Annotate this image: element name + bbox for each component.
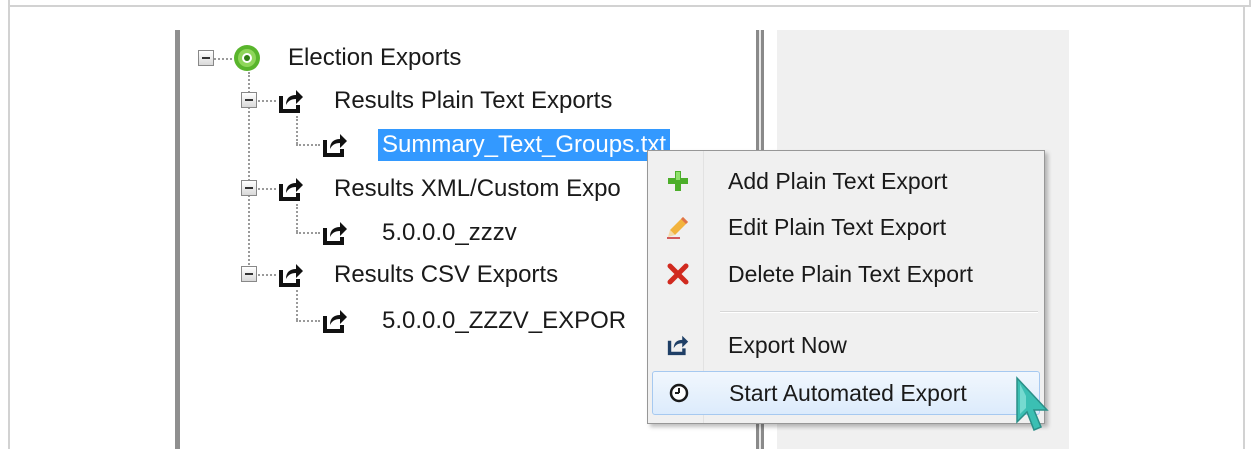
tree-connector <box>296 144 320 146</box>
mouse-pointer-icon <box>1016 376 1049 431</box>
export-share-icon <box>279 178 303 201</box>
tree-node-label: Results XML/Custom Expo <box>334 175 621 202</box>
tree-node-csv-exports[interactable]: Results CSV Exports <box>278 255 562 295</box>
context-menu: Add Plain Text Export Edit Plain Text Ex… <box>647 150 1045 424</box>
tree-connector <box>258 100 276 102</box>
tree-node-label: Election Exports <box>288 44 462 71</box>
tree-node-plain-text-exports[interactable]: Results Plain Text Exports <box>278 81 616 121</box>
tree-node-election-exports[interactable]: Election Exports <box>232 38 465 78</box>
collapse-toggle-csv[interactable] <box>241 266 257 282</box>
tree-node-label: 5.0.0.0_zzzv <box>382 219 517 246</box>
menu-item-start-automated-export[interactable]: Start Automated Export <box>652 371 1040 415</box>
tree-node-summary-text-groups[interactable]: Summary_Text_Groups.txt <box>322 125 671 165</box>
delete-x-icon <box>652 262 704 286</box>
collapse-toggle-xml[interactable] <box>241 180 257 196</box>
export-share-icon <box>279 264 303 287</box>
tree-connector <box>296 320 320 322</box>
tree-connector <box>214 58 232 60</box>
election-globe-icon <box>234 45 260 71</box>
tree-connector <box>258 188 276 190</box>
tree-node-zzzv[interactable]: 5.0.0.0_zzzv <box>322 213 521 253</box>
tree-node-label-selected: Summary_Text_Groups.txt <box>378 129 671 161</box>
export-share-icon <box>323 222 347 245</box>
export-share-icon <box>323 310 347 333</box>
tree-node-label: 5.0.0.0_ZZZV_EXPOR <box>382 307 627 334</box>
tree-node-label: Results CSV Exports <box>334 261 559 288</box>
tree-connector <box>296 232 320 234</box>
tree-connector <box>258 274 276 276</box>
menu-item-edit-plain-text-export[interactable]: Edit Plain Text Export <box>652 205 1040 249</box>
clock-icon <box>653 383 705 403</box>
collapse-toggle-root[interactable] <box>198 50 214 66</box>
menu-item-delete-plain-text-export[interactable]: Delete Plain Text Export <box>652 252 1040 296</box>
tree-node-label: Results Plain Text Exports <box>334 87 613 114</box>
tree-pane-left-border <box>175 30 180 449</box>
menu-item-export-now[interactable]: Export Now <box>652 323 1040 367</box>
menu-item-add-plain-text-export[interactable]: Add Plain Text Export <box>652 159 1040 203</box>
export-share-icon <box>652 334 704 356</box>
plus-icon <box>652 169 704 193</box>
pencil-icon <box>652 215 704 239</box>
tree-node-xml-custom-exports[interactable]: Results XML/Custom Expo <box>278 169 625 209</box>
collapse-toggle-plain-text[interactable] <box>241 92 257 108</box>
tree-node-zzzv-export[interactable]: 5.0.0.0_ZZZV_EXPOR <box>322 301 630 341</box>
window-top-frame <box>8 0 1251 7</box>
export-share-icon <box>279 90 303 113</box>
export-share-icon <box>323 134 347 157</box>
menu-separator <box>720 311 1038 313</box>
